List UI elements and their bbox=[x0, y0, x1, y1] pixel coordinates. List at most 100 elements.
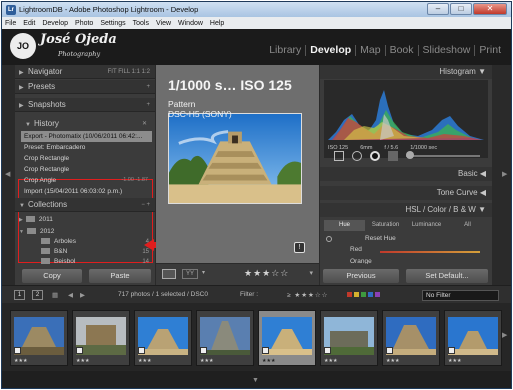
rating-filter[interactable]: ≥ ★★★☆☆ bbox=[287, 291, 329, 299]
history-header[interactable]: ▼ History ✕ bbox=[21, 117, 152, 131]
basic-header[interactable]: Basic ◀ bbox=[320, 167, 492, 181]
add-snapshot-icon[interactable]: + bbox=[146, 98, 150, 112]
history-item[interactable]: Crop Rectangle bbox=[21, 153, 152, 164]
tone-curve-header[interactable]: Tone Curve ◀ bbox=[320, 186, 492, 200]
graduated-filter-icon[interactable] bbox=[388, 151, 398, 161]
history-item[interactable]: Crop Angle -1.00 -1.87 bbox=[21, 175, 152, 186]
snapshots-header[interactable]: ▶ Snapshots + bbox=[15, 98, 155, 112]
menu-help[interactable]: Help bbox=[210, 20, 224, 27]
histogram[interactable]: ISO 125 6mm f / 5.6 1/1000 sec bbox=[324, 80, 488, 158]
filmstrip-thumbnail[interactable]: ★★★ bbox=[10, 310, 68, 366]
menu-edit[interactable]: Edit bbox=[23, 20, 35, 27]
set-default-button[interactable]: Set Default... bbox=[406, 269, 488, 283]
filmstrip-toggle-icon[interactable]: ▼ bbox=[252, 377, 259, 384]
minimize-button[interactable]: – bbox=[427, 3, 449, 15]
collapse-triangle-icon: ◀ bbox=[479, 188, 486, 197]
loupe-view-icon[interactable] bbox=[162, 269, 176, 279]
tab-hue[interactable]: Hue bbox=[324, 220, 365, 231]
filmstrip-thumbnail-selected[interactable]: ★★★ bbox=[258, 310, 316, 366]
hsl-header[interactable]: HSL / Color / B & W ▼ bbox=[320, 203, 492, 217]
main-photo[interactable] bbox=[168, 113, 302, 204]
red-eye-icon[interactable] bbox=[370, 151, 380, 161]
menu-bar: File Edit Develop Photo Settings Tools V… bbox=[2, 17, 511, 29]
menu-develop[interactable]: Develop bbox=[42, 20, 68, 27]
paste-button[interactable]: Paste bbox=[89, 269, 151, 283]
collections-add-remove[interactable]: − + bbox=[141, 198, 150, 212]
presets-label: Presets bbox=[28, 82, 56, 91]
history-item[interactable]: Crop Rectangle bbox=[21, 164, 152, 175]
color-label-filter[interactable] bbox=[347, 292, 380, 297]
menu-view[interactable]: View bbox=[156, 20, 171, 27]
folder-item[interactable]: ▶ 2011 bbox=[15, 215, 155, 225]
menu-file[interactable]: File bbox=[5, 20, 16, 27]
folder-item[interactable]: Beisbol 14 bbox=[15, 257, 155, 267]
module-book[interactable]: Book bbox=[386, 45, 419, 56]
grid-icon[interactable]: ▦ bbox=[52, 291, 58, 299]
menu-tools[interactable]: Tools bbox=[133, 20, 149, 27]
navigator-zoom-options[interactable]: FIT FILL 1:1 1:2 bbox=[108, 65, 150, 79]
back-arrow-icon[interactable]: ◀ bbox=[68, 291, 73, 299]
star-rating[interactable]: ★★★☆☆ bbox=[244, 268, 289, 279]
crop-tool-icon[interactable] bbox=[334, 151, 344, 161]
clear-history-icon[interactable]: ✕ bbox=[142, 117, 147, 131]
module-slideshow[interactable]: Slideshow bbox=[419, 45, 476, 56]
thumbnail-image bbox=[76, 317, 126, 355]
page-two-button[interactable]: 2 bbox=[32, 290, 43, 300]
filmstrip-thumbnail[interactable]: ★★★ bbox=[444, 310, 502, 366]
page-one-button[interactable]: 1 bbox=[14, 290, 25, 300]
center-toolbar: YY ▾ ★★★☆☆ ▾ bbox=[156, 263, 319, 285]
left-panel-toggle-icon[interactable]: ◀ bbox=[5, 170, 10, 178]
filmstrip-thumbnail[interactable]: ★★★ bbox=[134, 310, 192, 366]
collapse-triangle-icon: ▼ bbox=[19, 229, 24, 235]
history-item[interactable]: Export - Photomatix (10/06/2011 06:42:..… bbox=[21, 131, 152, 142]
develop-badge-icon bbox=[324, 347, 331, 354]
identity-plate: JO José Ojeda Photography Library Develo… bbox=[2, 29, 511, 65]
folder-icon bbox=[41, 238, 50, 245]
tab-saturation[interactable]: Saturation bbox=[365, 220, 406, 231]
close-button[interactable]: ✕ bbox=[473, 3, 507, 15]
adjustment-brush-icon[interactable] bbox=[406, 151, 414, 159]
info-icon[interactable]: ! bbox=[294, 242, 305, 253]
window-title: LightroomDB - Adobe Photoshop Lightroom … bbox=[19, 5, 199, 14]
reset-hue-label[interactable]: Reset Hue bbox=[365, 235, 396, 242]
photo-count: 717 photos / 1 selected / DSC0 bbox=[118, 291, 208, 298]
add-preset-icon[interactable]: + bbox=[146, 80, 150, 94]
before-after-icon[interactable]: YY bbox=[182, 269, 198, 279]
module-library[interactable]: Library bbox=[265, 45, 307, 56]
previous-button[interactable]: Previous bbox=[323, 269, 399, 283]
presets-header[interactable]: ▶ Presets + bbox=[15, 80, 155, 94]
histogram-header[interactable]: Histogram ▼ bbox=[320, 65, 492, 79]
forward-arrow-icon[interactable]: ▶ bbox=[80, 291, 85, 299]
menu-settings[interactable]: Settings bbox=[100, 20, 125, 27]
right-panel-toggle-icon[interactable]: ▶ bbox=[502, 170, 507, 178]
targeted-adjustment-icon[interactable] bbox=[326, 236, 332, 242]
filmstrip-scroll-right-icon[interactable]: ▶ bbox=[502, 331, 507, 339]
dropdown-icon[interactable]: ▾ bbox=[202, 269, 205, 276]
menu-photo[interactable]: Photo bbox=[75, 20, 93, 27]
folder-item[interactable]: ▼ 2012 bbox=[15, 227, 155, 237]
module-develop[interactable]: Develop bbox=[306, 45, 357, 56]
menu-window[interactable]: Window bbox=[178, 20, 203, 27]
tab-all[interactable]: All bbox=[447, 220, 488, 231]
history-item[interactable]: Import (15/04/2011 06:03:02 p.m.) bbox=[21, 186, 152, 197]
red-hue-slider[interactable] bbox=[380, 251, 480, 253]
module-print[interactable]: Print bbox=[475, 45, 505, 56]
filter-dropdown[interactable]: No Filter bbox=[422, 290, 499, 301]
filmstrip-thumbnail[interactable]: ★★★ bbox=[72, 310, 130, 366]
adjustment-brush-slider[interactable] bbox=[406, 155, 480, 157]
maximize-button[interactable]: □ bbox=[450, 3, 472, 15]
folder-item[interactable]: B&N 15 bbox=[15, 247, 155, 257]
filmstrip-thumbnail[interactable]: ★★★ bbox=[320, 310, 378, 366]
copy-button[interactable]: Copy bbox=[22, 269, 82, 283]
tab-luminance[interactable]: Luminance bbox=[406, 220, 447, 231]
module-map[interactable]: Map bbox=[356, 45, 386, 56]
navigator-header[interactable]: ▶ Navigator FIT FILL 1:1 1:2 bbox=[15, 65, 155, 79]
spot-removal-icon[interactable] bbox=[352, 151, 362, 161]
toolbar-menu-icon[interactable]: ▾ bbox=[309, 269, 313, 277]
collections-header[interactable]: ▼ Collections − + bbox=[15, 198, 155, 212]
filmstrip-thumbnail[interactable]: ★★★ bbox=[196, 310, 254, 366]
history-item[interactable]: Preset: Embarcadero bbox=[21, 142, 152, 153]
folder-item[interactable]: Arboles 4 bbox=[15, 237, 155, 247]
filmstrip-thumbnail[interactable]: ★★★ bbox=[382, 310, 440, 366]
folder-icon bbox=[41, 258, 50, 265]
